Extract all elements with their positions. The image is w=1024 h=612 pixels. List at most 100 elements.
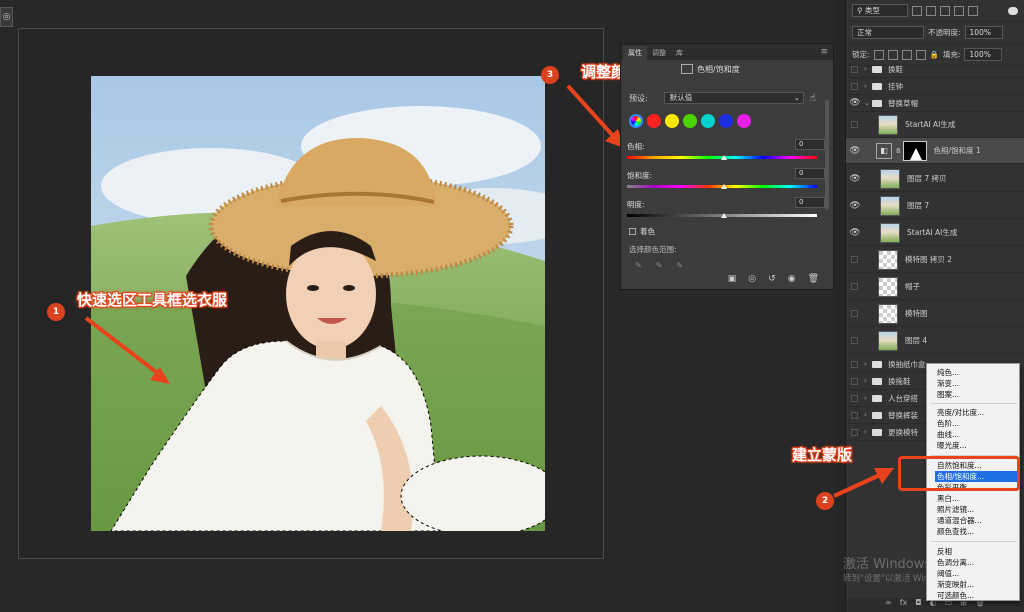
expand-arrow-icon[interactable]: › (864, 82, 872, 90)
colorize-row[interactable]: 着色 (629, 226, 655, 237)
tab-libraries[interactable]: 库 (671, 46, 688, 60)
visibility-toggle[interactable] (851, 256, 858, 263)
magenta-swatch[interactable] (737, 114, 751, 128)
folder-icon (872, 65, 882, 73)
eye-icon[interactable]: 👁 (846, 98, 864, 108)
eye-icon[interactable]: 👁 (846, 146, 864, 156)
properties-panel: 属性 调整 库 ≡ 色相/饱和度 预设: 默认值 ⌄ ☝ 色相: 0 饱和度: … (620, 43, 834, 290)
visibility-toggle[interactable] (851, 360, 858, 368)
expand-arrow-icon[interactable]: › (864, 65, 872, 73)
eye-icon[interactable]: 👁 (846, 201, 864, 211)
hue-value-input[interactable]: 0 (795, 139, 825, 150)
visibility-toggle[interactable] (851, 121, 858, 128)
properties-scrollbar[interactable] (825, 100, 829, 210)
layer-row[interactable]: 帽子 (846, 274, 1024, 300)
layer-row[interactable]: 👁 图层 7 (846, 193, 1024, 219)
visibility-toggle[interactable] (851, 82, 858, 90)
menu-item[interactable]: 可选颜色... (937, 590, 1015, 601)
add-mask-icon[interactable]: ◘ (915, 598, 921, 612)
trash-icon[interactable]: 🗑 (808, 274, 819, 284)
menu-item[interactable]: 通道混合器... (937, 515, 1015, 526)
color-range-label: 选择颜色范围: (629, 245, 677, 254)
red-swatch[interactable] (647, 114, 661, 128)
lightness-value-input[interactable]: 0 (795, 197, 825, 208)
cyan-swatch[interactable] (701, 114, 715, 128)
menu-item[interactable]: 照片滤镜... (937, 504, 1015, 515)
green-swatch[interactable] (683, 114, 697, 128)
layer-name: 替换草帽 (888, 98, 918, 108)
colorize-checkbox[interactable] (629, 228, 636, 235)
layer-thumbnail (880, 222, 900, 243)
expand-arrow-icon[interactable]: › (864, 360, 872, 368)
layer-thumbnail (878, 330, 898, 351)
visibility-toggle[interactable] (851, 283, 858, 290)
layer-thumbnail (880, 195, 900, 216)
menu-item[interactable]: 黑白... (937, 493, 1015, 504)
menu-item[interactable]: 颜色查找... (937, 526, 1015, 537)
layer-row[interactable]: StartAI AI生成 (846, 112, 1024, 138)
reset-icon[interactable]: ↺ (768, 274, 776, 284)
menu-item[interactable]: 渐变... (937, 378, 1015, 389)
menu-item[interactable]: 色调分离... (937, 557, 1015, 568)
menu-item[interactable]: 阈值... (937, 568, 1015, 579)
expand-arrow-icon[interactable]: › (864, 394, 872, 402)
visibility-toggle[interactable] (851, 377, 858, 385)
layer-row[interactable]: 👁 图层 7 拷贝 (846, 166, 1024, 192)
menu-item[interactable]: 亮度/对比度... (937, 407, 1015, 418)
layer-row[interactable]: 模特图 (846, 301, 1024, 327)
hue-slider-thumb[interactable] (721, 155, 727, 160)
visibility-toggle[interactable] (851, 411, 858, 419)
menu-item[interactable]: 色阶... (937, 418, 1015, 429)
menu-item[interactable]: 渐变映射... (937, 579, 1015, 590)
menu-item[interactable]: 曝光度... (937, 440, 1015, 451)
expand-arrow-icon[interactable]: › (864, 411, 872, 419)
panel-menu-icon[interactable]: ≡ (820, 47, 828, 57)
properties-tabs: 属性 调整 库 ≡ (621, 44, 833, 60)
eye-icon[interactable]: 👁 (846, 174, 864, 184)
layer-thumbnail (878, 114, 898, 135)
visibility-toggle[interactable] (851, 310, 858, 317)
master-color-wheel-icon[interactable] (629, 114, 643, 128)
menu-item[interactable]: 图案... (937, 389, 1015, 400)
link-layers-icon[interactable]: ∞ (885, 598, 892, 612)
targeted-adjustment-hand-icon[interactable]: ☝ (810, 93, 816, 104)
layer-thumbnail (878, 249, 898, 270)
fx-icon[interactable]: fx (900, 598, 908, 612)
preset-select[interactable]: 默认值 ⌄ (663, 92, 804, 104)
folder-icon (872, 411, 882, 419)
layer-row-selected[interactable]: 👁 ◧ 8 色相/饱和度 1 (846, 138, 1024, 164)
tab-properties[interactable]: 属性 (623, 46, 647, 60)
tab-adjustments[interactable]: 调整 (647, 46, 671, 60)
layer-name: 人台穿搭 (888, 393, 918, 403)
visibility-toggle[interactable] (851, 428, 858, 436)
visibility-toggle[interactable] (851, 65, 858, 73)
visibility-eye-icon[interactable]: ◉ (788, 274, 796, 284)
layer-group-row[interactable]: › 挂钟 (846, 78, 1024, 95)
layer-group-row[interactable]: › 换鞋 (846, 61, 1024, 78)
menu-item[interactable]: 曲线... (937, 429, 1015, 440)
saturation-slider-thumb[interactable] (721, 184, 727, 189)
visibility-toggle[interactable] (851, 394, 858, 402)
activation-watermark-title: 激活 Windows (843, 557, 932, 572)
layer-mask-thumbnail[interactable] (903, 140, 928, 161)
layer-row[interactable]: 图层 4 (846, 328, 1024, 354)
tool-options-icon[interactable]: ◎ (0, 7, 13, 27)
clip-to-layer-icon[interactable]: ▣ (728, 274, 737, 284)
layer-row[interactable]: 模特图 拷贝 2 (846, 247, 1024, 273)
expand-arrow-icon[interactable]: ⌄ (864, 99, 872, 107)
yellow-swatch[interactable] (665, 114, 679, 128)
expand-arrow-icon[interactable]: › (864, 428, 872, 436)
menu-item[interactable]: 反相 (937, 546, 1015, 557)
view-previous-icon[interactable]: ◎ (748, 274, 756, 284)
layer-name: 换鞋 (888, 64, 903, 74)
menu-item[interactable]: 纯色... (937, 367, 1015, 378)
eye-icon[interactable]: 👁 (846, 228, 864, 238)
lightness-slider-thumb[interactable] (721, 213, 727, 218)
blue-swatch[interactable] (719, 114, 733, 128)
layer-row[interactable]: 👁 StartAI AI生成 (846, 220, 1024, 246)
visibility-toggle[interactable] (851, 337, 858, 344)
layer-thumbnail (878, 303, 898, 324)
expand-arrow-icon[interactable]: › (864, 377, 872, 385)
layer-group-row[interactable]: 👁 ⌄ 替换草帽 (846, 95, 1024, 112)
saturation-value-input[interactable]: 0 (795, 168, 825, 179)
